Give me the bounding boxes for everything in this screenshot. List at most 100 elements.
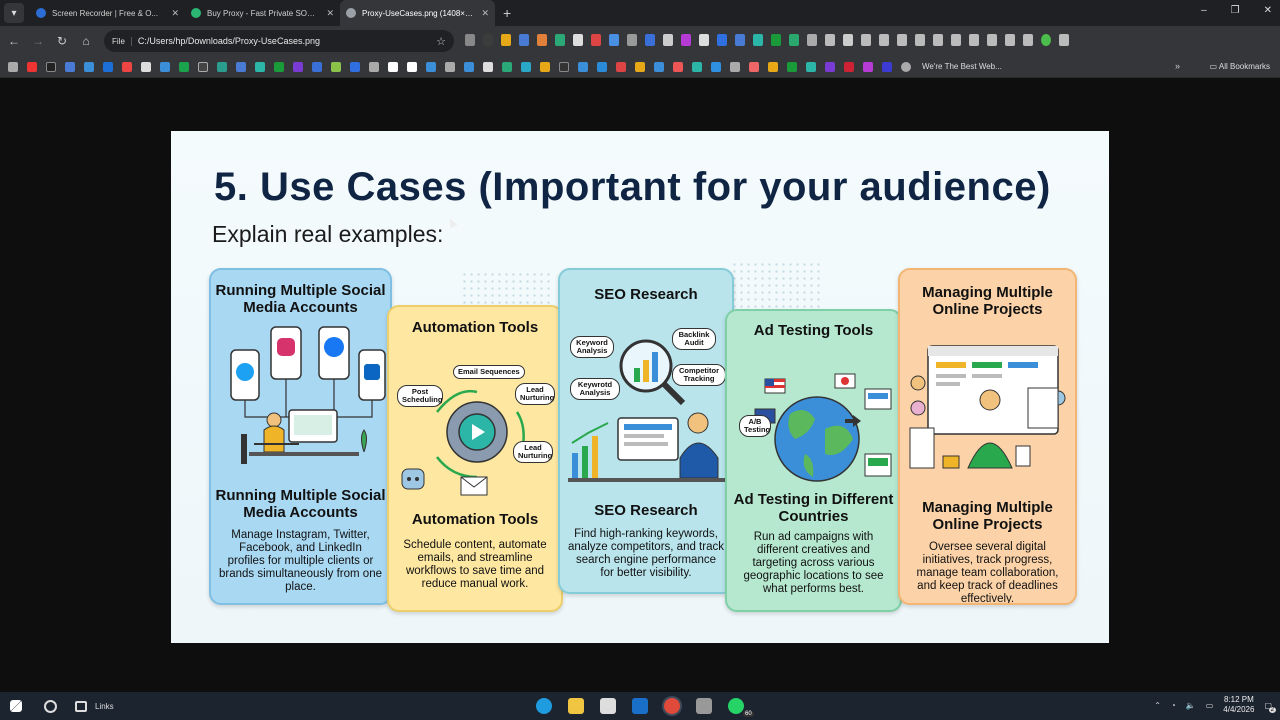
extension-icon[interactable] (483, 34, 493, 46)
bookmark-icon[interactable] (255, 61, 265, 72)
bookmark-icon[interactable] (768, 61, 778, 72)
address-bar[interactable]: File C:/Users/hp/Downloads/Proxy-UseCase… (104, 30, 454, 52)
profile-avatar[interactable] (1041, 34, 1051, 46)
extension-icon[interactable] (843, 34, 853, 46)
bookmark-icon[interactable] (844, 61, 854, 72)
extension-icon[interactable] (573, 34, 583, 46)
notifications-icon[interactable]: ▢ 2 (1264, 701, 1276, 713)
extension-icon[interactable] (1023, 34, 1033, 46)
bookmark-icon[interactable] (806, 61, 816, 72)
edge-icon[interactable] (535, 698, 552, 714)
bookmark-icon[interactable] (825, 61, 835, 72)
extension-icon[interactable] (465, 34, 475, 46)
extension-icon[interactable] (879, 34, 889, 46)
bookmark-icon[interactable] (160, 61, 170, 72)
store-icon[interactable] (599, 698, 616, 714)
bookmark-icon[interactable] (559, 61, 569, 72)
bookmark-icon[interactable] (464, 61, 474, 72)
minimize-button[interactable]: – (1201, 5, 1207, 16)
extension-icon[interactable] (951, 34, 961, 46)
history-icon[interactable] (897, 34, 907, 46)
bookmark-icon[interactable] (597, 61, 607, 72)
windows-start-icon[interactable] (10, 700, 22, 712)
bookmark-icon[interactable] (654, 61, 664, 72)
bookmark-icon[interactable] (65, 61, 75, 72)
new-tab-button[interactable]: + (503, 5, 511, 21)
google-bookmark-icon[interactable] (483, 61, 493, 72)
google-bookmark-icon[interactable] (141, 61, 151, 72)
bookmark-icon[interactable] (445, 61, 455, 72)
extension-icon[interactable] (717, 34, 727, 46)
menu-icon[interactable] (1059, 34, 1069, 46)
close-tab-icon[interactable]: ✕ (481, 8, 489, 19)
extension-icon[interactable] (645, 34, 655, 46)
extension-icon[interactable] (591, 34, 601, 46)
bookmark-icon[interactable] (369, 61, 379, 72)
clock[interactable]: 8:12 PM 4/4/2026 (1223, 695, 1254, 715)
bookmark-icon[interactable] (274, 61, 284, 72)
bookmark-icon[interactable] (293, 61, 303, 72)
apps-grid-icon[interactable] (8, 61, 18, 72)
extensions-puzzle-icon[interactable] (825, 34, 835, 46)
extension-icon[interactable] (789, 34, 799, 46)
extension-icon[interactable] (987, 34, 997, 46)
bookmark-icon[interactable] (312, 61, 322, 72)
close-window-button[interactable]: ✕ (1264, 5, 1272, 16)
extension-icon[interactable] (501, 34, 511, 46)
bookmark-icon[interactable] (749, 61, 759, 72)
bookmark-icon[interactable] (217, 61, 227, 72)
bookmark-icon[interactable] (331, 61, 341, 72)
extension-icon[interactable] (609, 34, 619, 46)
close-tab-icon[interactable]: ✕ (171, 8, 179, 19)
extension-icon[interactable] (771, 34, 781, 46)
extension-icon[interactable] (807, 34, 817, 46)
whatsapp-icon[interactable]: 60 (727, 698, 754, 717)
file-explorer-icon[interactable] (567, 698, 584, 714)
extension-icon[interactable] (627, 34, 637, 46)
extension-icon[interactable] (699, 34, 709, 46)
extension-icon[interactable] (555, 34, 565, 46)
bookmark-icon[interactable] (616, 61, 626, 72)
forward-arrow-icon[interactable]: → (26, 34, 50, 48)
gmail-bookmark-icon[interactable] (122, 61, 132, 72)
bookmark-icon[interactable] (635, 61, 645, 72)
bookmark-icon[interactable] (350, 61, 360, 72)
bookmark-icon[interactable] (103, 61, 113, 72)
back-arrow-icon[interactable]: ← (2, 34, 26, 48)
battery-icon[interactable]: ▭ (1206, 701, 1214, 710)
bookmark-icon[interactable] (46, 61, 56, 72)
bookmark-icon[interactable] (692, 61, 702, 72)
youtube-bookmark-icon[interactable] (27, 61, 37, 72)
extension-icon[interactable] (519, 34, 529, 46)
extension-icon[interactable] (735, 34, 745, 46)
extension-icon[interactable] (753, 34, 763, 46)
bookmark-we-are-the-best[interactable]: We're The Best Web... (922, 62, 1002, 71)
bookmark-icon[interactable] (673, 61, 683, 72)
bookmark-icon[interactable] (426, 61, 436, 72)
all-bookmarks-button[interactable]: ▭ All Bookmarks (1210, 62, 1270, 71)
bookmark-icon[interactable] (84, 61, 94, 72)
link-icon[interactable] (969, 34, 979, 46)
extension-icon[interactable] (861, 34, 871, 46)
chrome-icon[interactable] (663, 698, 680, 714)
printer-icon[interactable] (695, 698, 712, 714)
wifi-icon[interactable]: ◔ (1171, 701, 1176, 710)
address-url[interactable]: C:/Users/hp/Downloads/Proxy-UseCases.png (138, 36, 436, 46)
task-view-icon[interactable] (75, 700, 87, 712)
tab-search-button[interactable]: ▾ (4, 3, 24, 23)
close-tab-icon[interactable]: ✕ (326, 8, 334, 19)
bookmark-icon[interactable] (863, 61, 873, 72)
restore-button[interactable]: ❐ (1231, 5, 1240, 16)
extension-icon[interactable] (537, 34, 547, 46)
sheets-bookmark-icon[interactable] (179, 61, 189, 72)
search-icon[interactable] (44, 699, 57, 713)
more-bookmarks-chevron-icon[interactable]: » (1175, 61, 1180, 71)
bookmark-star-icon[interactable]: ☆ (436, 35, 446, 48)
tab-buy-proxy[interactable]: Buy Proxy - Fast Private SOCKS... ✕ (185, 0, 340, 26)
tab-proxy-usecases[interactable]: Proxy-UseCases.png (1408×768) ✕ (340, 0, 495, 26)
bookmark-icon[interactable] (540, 61, 550, 72)
bookmark-icon[interactable] (521, 61, 531, 72)
home-icon[interactable]: ⌂ (74, 34, 98, 48)
bookmark-icon[interactable] (578, 61, 588, 72)
bookmark-icon[interactable] (236, 61, 246, 72)
